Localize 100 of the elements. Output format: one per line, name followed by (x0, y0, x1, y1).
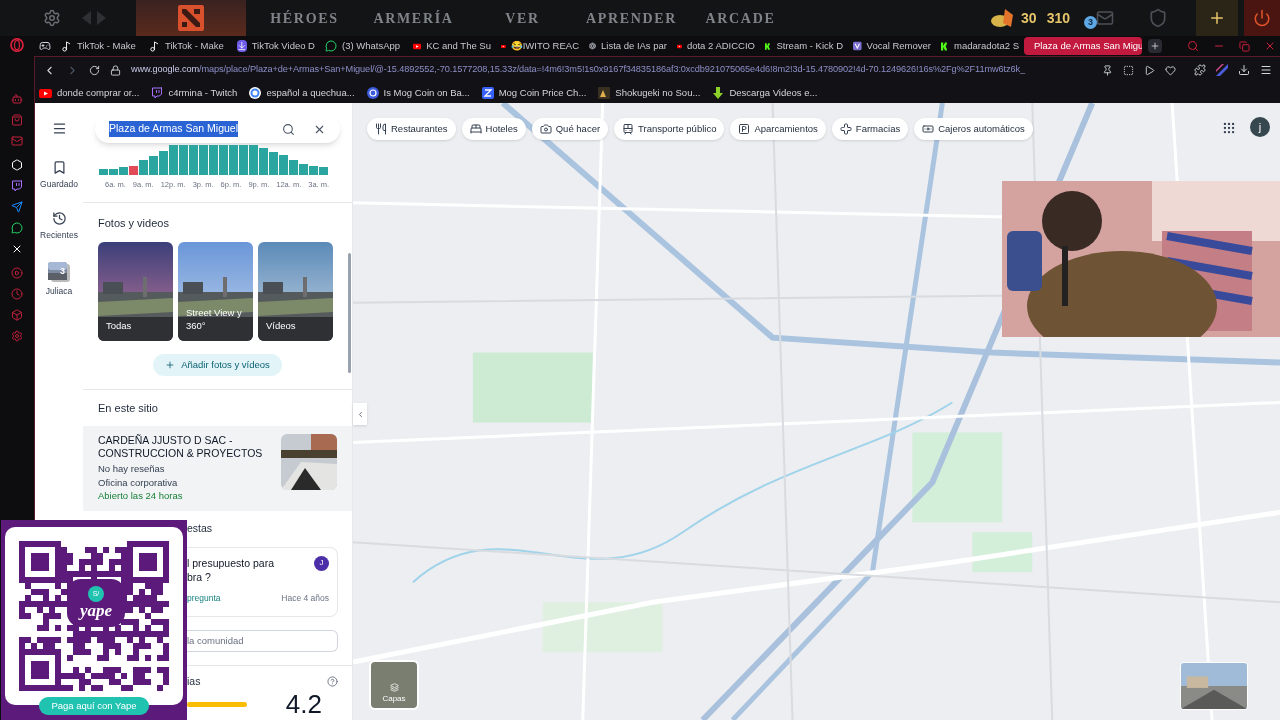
nav-tab[interactable]: ARMERÍA (359, 7, 468, 29)
rail-label[interactable]: Juliaca (45, 284, 73, 298)
currency-amount: 310 (1046, 8, 1070, 28)
browser-tab[interactable]: Stream - Kick D (760, 37, 848, 55)
plus-icon (1208, 9, 1226, 27)
play-icon (39, 88, 52, 98)
browser-tab[interactable]: Lista de IAs par (584, 37, 672, 55)
x-icon[interactable] (11, 243, 23, 255)
browser-tab[interactable]: 😂IWITO REAC (496, 37, 584, 55)
chart-icon (481, 87, 494, 99)
plus-icon (1150, 41, 1160, 51)
menu-icon[interactable] (1260, 64, 1272, 76)
settings-icon (43, 9, 61, 27)
browser-tab[interactable]: (3) WhatsApp (320, 37, 408, 55)
nav-tab[interactable]: APRENDER (577, 7, 686, 29)
mail-icon[interactable] (11, 135, 23, 147)
bookmark-item[interactable]: donde comprar or... (39, 85, 140, 101)
section-heading: ias (187, 673, 201, 689)
browser-tab[interactable]: dota 2 ADICCIO (672, 37, 760, 55)
browser-tab[interactable]: TikTok - Make (144, 37, 232, 55)
photo-count: 3 (60, 265, 65, 276)
review-count: No hay reseñas (98, 462, 166, 476)
rail-label[interactable]: Guardado (40, 178, 78, 191)
plus-button[interactable] (1196, 0, 1238, 36)
question-text: l presupuesto para (187, 555, 275, 570)
coin-icon (366, 87, 379, 99)
bookmark-item[interactable]: Shokugeki no Sou... (598, 85, 701, 101)
lock-icon (110, 64, 121, 76)
bookmark-item[interactable]: Descarga Videos e... (712, 85, 818, 101)
currency-amount: 30 (1021, 8, 1037, 28)
chat-icon (325, 40, 337, 52)
gamepad-icon (39, 40, 51, 52)
browser-tab[interactable]: TikTok - Make (56, 37, 144, 55)
place-name: CARDEÑA JJUSTO D SAC - CONSTRUCCION & PROYECTOS (98, 434, 264, 461)
game-logo-icon (178, 5, 204, 31)
snapshot-icon[interactable] (1123, 64, 1134, 76)
hexagon-icon[interactable] (11, 159, 23, 171)
chat-icon[interactable] (11, 222, 23, 234)
kick-icon (765, 40, 772, 52)
logo-text: yape (79, 602, 113, 620)
extensions-icon[interactable] (1194, 64, 1206, 76)
thumbnail-icon (598, 87, 611, 99)
twitch-icon (151, 87, 164, 99)
community-field[interactable]: la comunidad (187, 629, 338, 652)
browser-tab[interactable]: Plaza de Armas San Migu (1024, 37, 1142, 55)
rating-value: 4.2 (285, 691, 322, 718)
robot-icon[interactable] (11, 93, 23, 105)
section-heading: Fotos y videos (98, 216, 170, 232)
settings-icon[interactable] (11, 330, 23, 342)
nav-tab[interactable]: VER (468, 7, 577, 29)
heart-icon[interactable] (1165, 64, 1176, 76)
down-arrow-icon (712, 87, 725, 99)
reload-icon[interactable] (89, 64, 100, 76)
power-button[interactable] (1244, 0, 1280, 36)
bag-icon[interactable] (11, 114, 23, 126)
close-icon[interactable] (1264, 40, 1276, 52)
twitch-icon[interactable] (11, 180, 23, 192)
search-icon[interactable] (1187, 40, 1199, 52)
nav-tab[interactable]: ARCADE (686, 7, 795, 29)
browser-logo-icon[interactable] (10, 38, 24, 52)
section-heading: En este sitio (98, 400, 159, 416)
extension-icon[interactable] (1216, 64, 1228, 76)
browser-tab[interactable]: madaradota2 S (936, 37, 1024, 55)
download-icon[interactable] (1238, 64, 1250, 76)
question-time: Hace 4 años (281, 591, 329, 605)
logo-panel[interactable] (136, 0, 246, 36)
mail-icon[interactable] (1096, 9, 1114, 27)
arrows-icon (82, 11, 106, 25)
browser-tab[interactable]: KC and The Su (408, 37, 496, 55)
help-icon[interactable] (327, 675, 338, 687)
power-icon (1253, 9, 1271, 27)
plus-icon (165, 359, 176, 370)
restore-icon[interactable] (1239, 40, 1250, 52)
cube-icon[interactable] (11, 309, 23, 321)
bookmark-item[interactable]: español a quechua... (249, 85, 355, 101)
add-photos-button[interactable]: Añadir fotos y vídeos (153, 353, 282, 376)
shield-icon[interactable] (1148, 8, 1168, 28)
play-icon[interactable] (11, 267, 23, 279)
note-icon (149, 40, 160, 52)
bookmark-item[interactable]: Is Mog Coin on Ba... (366, 85, 470, 101)
messenger-icon[interactable] (11, 201, 23, 213)
place-card[interactable]: CARDEÑA JJUSTO D SAC - CONSTRUCCION & PROYECTOS No hay reseñas Oficina corporativa Abierto las 24 horas (83, 426, 352, 511)
bookmark-item[interactable]: c4rmina - Twitch (151, 85, 238, 101)
send-icon[interactable] (1144, 64, 1155, 76)
pin-icon[interactable] (1102, 64, 1113, 76)
place-category: Oficina corporativa (98, 475, 179, 490)
aperture-icon (589, 40, 596, 52)
bookmark-item[interactable]: Mog Coin Price Ch... (481, 85, 587, 101)
browser-tab[interactable]: TikTok Video D (232, 37, 320, 55)
new-tab-button[interactable] (1148, 39, 1162, 53)
section-heading: estas (187, 520, 214, 536)
rail-label[interactable]: Recientes (40, 228, 78, 242)
answer-link[interactable]: pregunta (187, 591, 221, 605)
play-icon (413, 41, 422, 51)
menu-icon[interactable] (51, 121, 67, 136)
settings-button[interactable] (42, 8, 62, 28)
search-icon[interactable] (282, 122, 295, 136)
nav-tab[interactable]: HÉROES (250, 7, 359, 29)
browser-tab[interactable]: Vocal Remover (848, 37, 936, 55)
search-field[interactable]: Plaza de Armas San Miguel (95, 115, 340, 143)
